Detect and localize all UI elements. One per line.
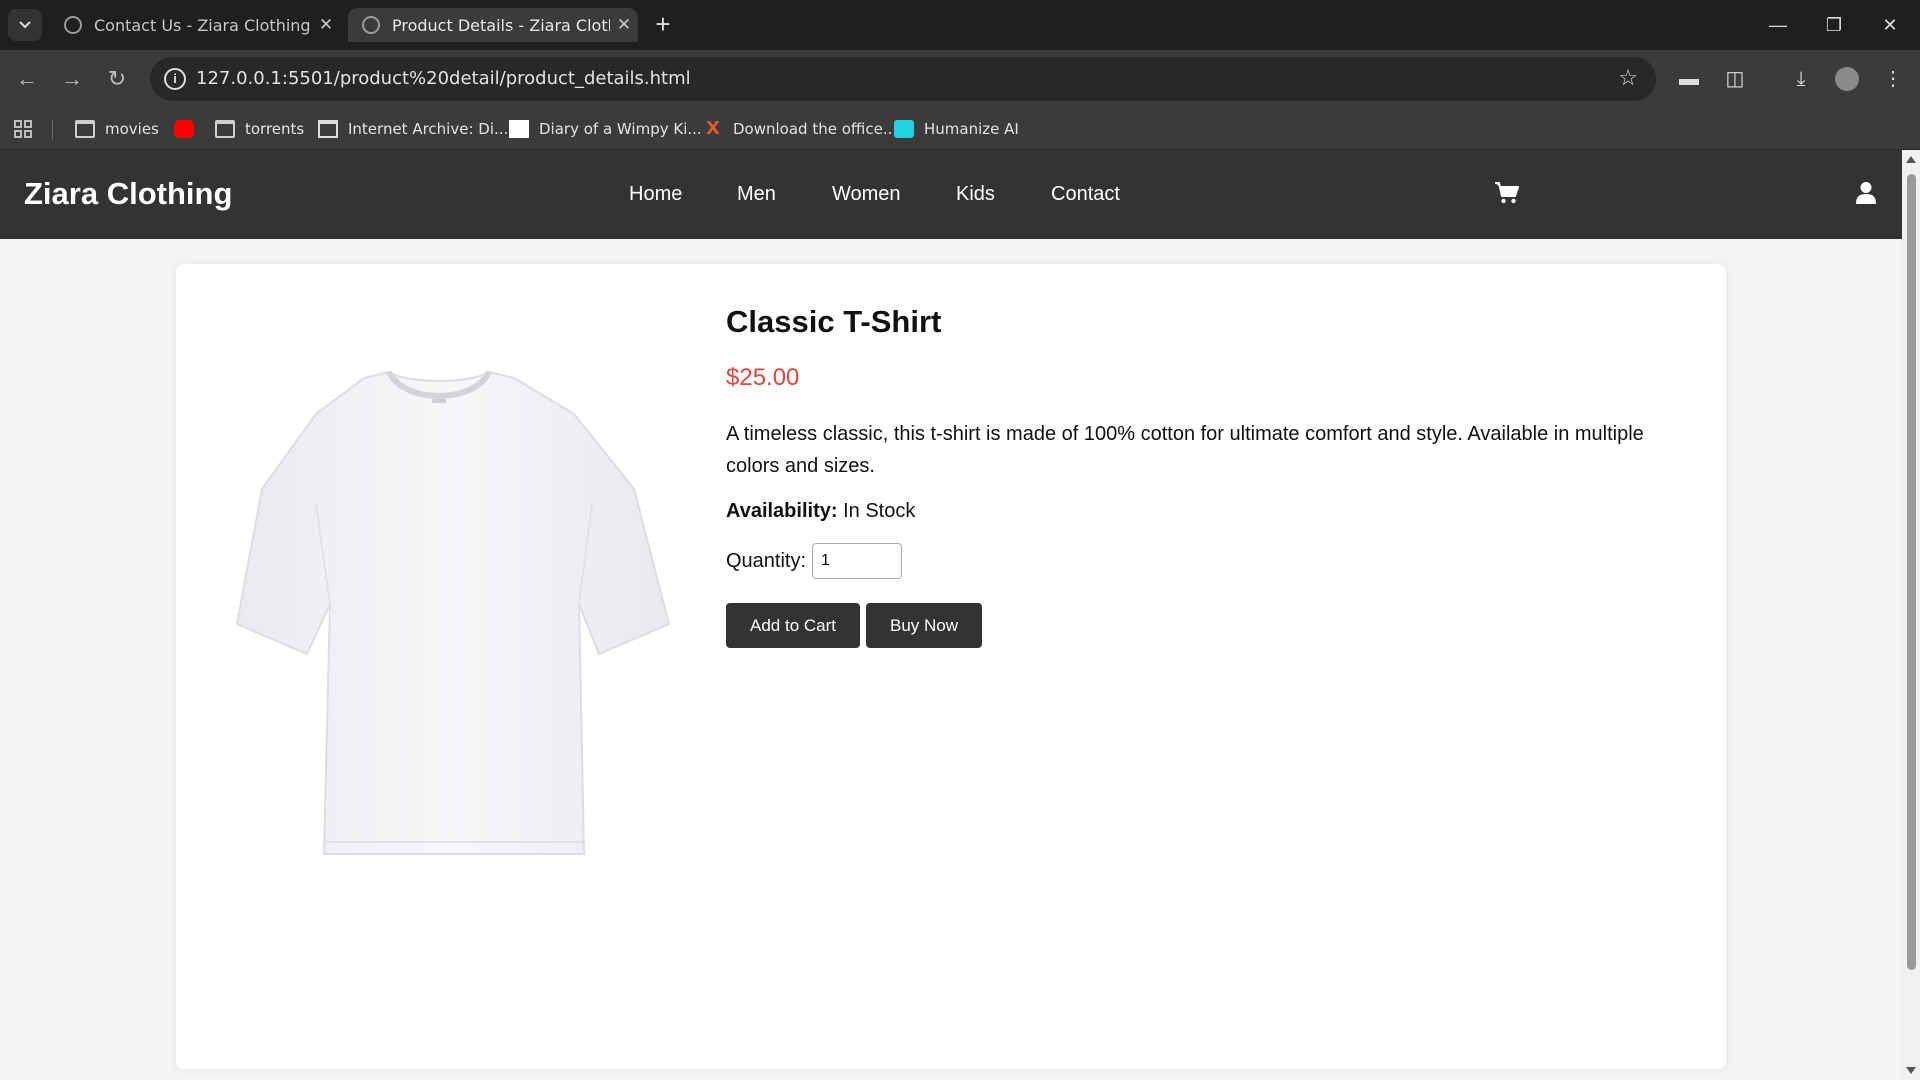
close-icon[interactable]: ✕ — [610, 15, 638, 35]
bookmark-youtube[interactable] — [174, 118, 204, 140]
bookmark-label: torrents — [245, 120, 305, 138]
product-card: Classic T-Shirt $25.00 A timeless classi… — [176, 264, 1726, 1069]
quantity-input[interactable] — [812, 543, 903, 579]
site-header: Ziara Clothing Home Men Women Kids Conta… — [0, 150, 1902, 239]
nav-home[interactable]: Home — [629, 183, 682, 206]
x-icon: X — [706, 118, 720, 139]
product-title: Classic T-Shirt — [726, 304, 942, 339]
extension-icon[interactable]: ▬ — [1674, 64, 1704, 94]
youtube-icon — [174, 120, 194, 138]
bookmarks-divider — [52, 120, 53, 140]
web-page: Ziara Clothing Home Men Women Kids Conta… — [0, 150, 1902, 1080]
archive-icon — [318, 120, 338, 138]
cart-icon[interactable] — [1494, 180, 1520, 206]
bookmark-movies[interactable]: movies — [75, 118, 159, 140]
bookmark-label: Download the office... — [733, 120, 898, 138]
scroll-down-arrow-icon[interactable] — [1906, 1067, 1916, 1074]
browser-tab-product[interactable]: Product Details - Ziara Clothing ✕ — [348, 8, 638, 42]
product-description: A timeless classic, this t-shirt is made… — [726, 423, 1644, 477]
restore-button[interactable]: ❐ — [1806, 0, 1862, 50]
address-bar[interactable]: i 127.0.0.1:5501/product%20detail/produc… — [150, 57, 1656, 101]
scroll-up-arrow-icon[interactable] — [1906, 156, 1916, 163]
bookmark-wimpy-kid[interactable]: Diary of a Wimpy Ki... — [509, 118, 702, 140]
globe-icon — [362, 16, 380, 34]
browser-tab-contact[interactable]: Contact Us - Ziara Clothing ✕ — [50, 8, 340, 42]
folder-icon — [215, 120, 235, 138]
reload-icon[interactable]: ↻ — [102, 64, 132, 94]
download-icon[interactable]: ⤓ — [1786, 64, 1816, 94]
bookmark-humanize-ai[interactable]: Humanize AI — [894, 118, 1019, 140]
url-text[interactable]: 127.0.0.1:5501/product%20detail/product_… — [196, 68, 691, 89]
quantity-row: Quantity: — [726, 543, 1686, 579]
scroll-thumb[interactable] — [1907, 174, 1916, 970]
availability-label: Availability: — [726, 500, 838, 522]
folder-icon — [75, 120, 95, 138]
minimize-button[interactable]: — — [1750, 0, 1806, 50]
bookmarks-bar: movies torrents Internet Archive: Di... … — [0, 108, 1920, 150]
quantity-label: Quantity: — [726, 549, 807, 572]
bookmark-office[interactable]: X Download the office... — [703, 118, 897, 140]
chevron-down-icon — [19, 21, 31, 29]
tab-title: Product Details - Ziara Clothing — [392, 15, 610, 35]
nav-contact[interactable]: Contact — [1051, 183, 1120, 206]
browser-toolbar: ← → ↻ i 127.0.0.1:5501/product%20detail/… — [0, 50, 1920, 108]
availability-value: In Stock — [843, 500, 916, 522]
nav-women[interactable]: Women — [832, 183, 901, 206]
puzzle-icon[interactable]: ◫ — [1720, 64, 1750, 94]
back-icon[interactable]: ← — [12, 64, 42, 94]
bookmark-star-icon[interactable]: ☆ — [1618, 65, 1638, 91]
apps-icon[interactable] — [14, 118, 32, 140]
product-price: $25.00 — [726, 364, 800, 391]
user-icon[interactable] — [1855, 181, 1877, 205]
site-info-icon[interactable]: i — [164, 68, 186, 90]
product-info: Classic T-Shirt $25.00 A timeless classi… — [726, 304, 1686, 648]
bookmark-internet-archive[interactable]: Internet Archive: Di... — [318, 118, 508, 140]
bookmark-torrents[interactable]: torrents — [215, 118, 304, 140]
new-tab-button[interactable]: + — [648, 10, 678, 40]
bookmark-label: Internet Archive: Di... — [348, 120, 509, 138]
humanize-icon — [894, 120, 914, 138]
bookmark-label: Humanize AI — [924, 120, 1019, 138]
browser-tab-bar: Contact Us - Ziara Clothing ✕ Product De… — [0, 0, 1920, 50]
site-logo[interactable]: Ziara Clothing — [24, 176, 232, 212]
profile-avatar[interactable] — [1832, 64, 1862, 94]
buy-now-button[interactable]: Buy Now — [866, 603, 983, 648]
window-close-button[interactable]: ✕ — [1862, 0, 1918, 50]
nav-kids[interactable]: Kids — [956, 183, 995, 206]
page-icon — [509, 120, 529, 138]
forward-icon[interactable]: → — [57, 64, 87, 94]
nav-men[interactable]: Men — [737, 183, 776, 206]
action-buttons: Add to Cart Buy Now — [726, 603, 1686, 648]
tab-search-button[interactable] — [8, 9, 42, 41]
bookmark-label: movies — [105, 120, 159, 138]
product-image — [235, 370, 671, 855]
availability: Availability: In Stock — [726, 500, 1686, 523]
tab-title: Contact Us - Ziara Clothing — [94, 15, 311, 35]
add-to-cart-button[interactable]: Add to Cart — [726, 603, 860, 648]
close-icon[interactable]: ✕ — [312, 15, 340, 35]
bookmark-label: Diary of a Wimpy Ki... — [539, 120, 702, 138]
menu-icon[interactable]: ⋮ — [1878, 64, 1908, 94]
page-scrollbar[interactable] — [1902, 150, 1920, 1080]
globe-icon — [64, 16, 82, 34]
